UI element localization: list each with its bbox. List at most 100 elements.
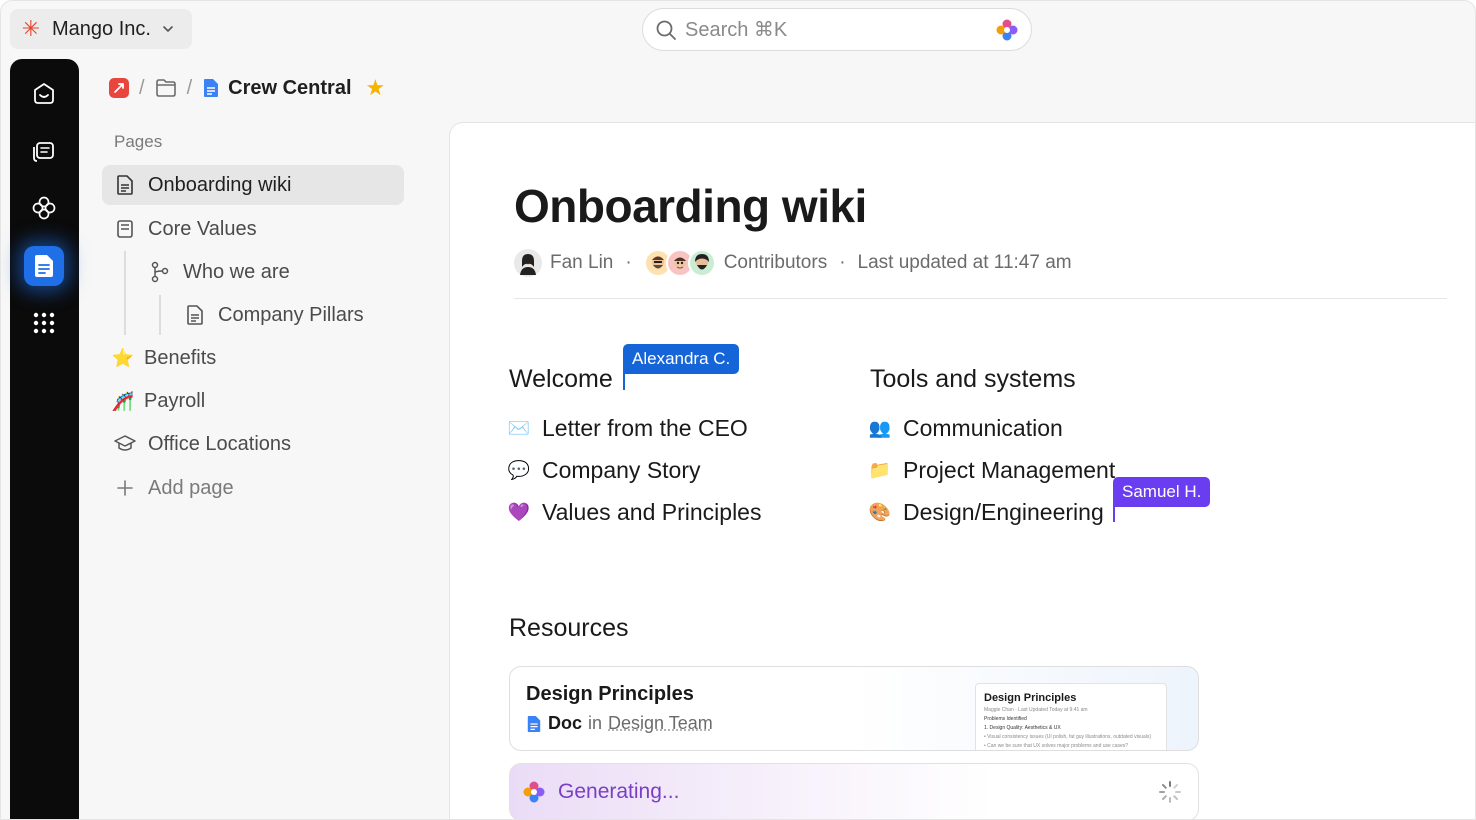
meta-separator: · bbox=[625, 252, 632, 273]
page-title[interactable]: Onboarding wiki bbox=[514, 179, 867, 233]
sidebar-item-label: Add page bbox=[148, 476, 234, 499]
breadcrumb-separator: / bbox=[186, 76, 193, 99]
sidebar-item-company-pillars[interactable]: Company Pillars bbox=[184, 295, 364, 335]
document-icon bbox=[527, 715, 541, 732]
purple-heart-emoji-icon: 💜 bbox=[507, 501, 531, 522]
resource-card-subtitle: Doc in Design Team bbox=[526, 713, 713, 734]
workspace-name: Mango Inc. bbox=[52, 17, 151, 40]
workspace-switcher[interactable]: ✳ Mango Inc. bbox=[10, 9, 192, 49]
ai-brain-icon bbox=[32, 196, 56, 220]
preview-byline: Maggie Chan · Last Updated Today at 9:41… bbox=[984, 707, 1088, 713]
sidebar-item-office-locations[interactable]: Office Locations bbox=[114, 424, 291, 464]
sidebar-item-label: Payroll bbox=[144, 389, 206, 412]
search-input[interactable]: Search ⌘K bbox=[685, 17, 987, 42]
page-meta: Fan Lin · Contributors · Last updated at… bbox=[514, 248, 1072, 278]
breadcrumb-title[interactable]: Crew Central bbox=[228, 77, 351, 100]
app-rail bbox=[10, 59, 79, 819]
rail-chat[interactable] bbox=[24, 131, 64, 171]
rail-home[interactable] bbox=[24, 73, 64, 113]
sidebar-item-label: Core Values bbox=[148, 217, 257, 240]
roller-coaster-emoji-icon: 🎢 bbox=[111, 390, 135, 411]
docs-icon bbox=[35, 255, 53, 277]
link-design-engineering[interactable]: 🎨 Design/Engineering bbox=[869, 495, 1104, 529]
welcome-heading[interactable]: Welcome bbox=[509, 365, 613, 394]
collaborator-cursor-caret bbox=[1113, 496, 1115, 522]
home-icon bbox=[34, 83, 54, 104]
meta-separator: · bbox=[839, 252, 846, 273]
people-emoji-icon: 👥 bbox=[868, 417, 892, 438]
chat-icon bbox=[33, 142, 54, 162]
apps-grid-icon bbox=[33, 312, 55, 334]
resources-heading[interactable]: Resources bbox=[509, 614, 629, 643]
app-window: ✳ Mango Inc. Search ⌘K / / Crew Central … bbox=[0, 0, 1476, 820]
contributors-label[interactable]: Contributors bbox=[724, 252, 828, 274]
add-page-button[interactable]: Add page bbox=[114, 468, 234, 508]
sidebar-item-core-values[interactable]: Core Values bbox=[114, 209, 257, 249]
resource-card-title: Design Principles bbox=[526, 683, 694, 705]
favorite-star-icon[interactable]: ★ bbox=[366, 75, 386, 101]
sidebar-item-who-we-are[interactable]: Who we are bbox=[149, 252, 290, 292]
sidebar-item-label: Benefits bbox=[144, 346, 217, 369]
contributors-avatars[interactable] bbox=[643, 249, 716, 277]
preview-heading: Problems Identified bbox=[984, 716, 1027, 722]
link-letter-from-ceo[interactable]: ✉️ Letter from the CEO bbox=[508, 411, 748, 445]
document-icon bbox=[114, 174, 136, 196]
avatar bbox=[687, 249, 716, 277]
plus-icon bbox=[114, 477, 136, 499]
link-communication[interactable]: 👥 Communication bbox=[869, 411, 1063, 445]
search-icon bbox=[656, 20, 676, 40]
preview-title: Design Principles bbox=[984, 692, 1077, 704]
tree-guide bbox=[159, 295, 161, 335]
folder-icon[interactable] bbox=[155, 78, 177, 98]
ai-generating-block: Generating... bbox=[509, 763, 1199, 819]
resource-card-preview: Design Principles Maggie Chan · Last Upd… bbox=[975, 683, 1167, 750]
link-project-management[interactable]: 📁 Project Management bbox=[869, 453, 1115, 487]
breadcrumb: / / Crew Central ★ bbox=[109, 74, 385, 102]
sidebar-item-benefits[interactable]: ⭐ Benefits bbox=[112, 338, 216, 378]
ai-brain-icon[interactable] bbox=[995, 18, 1019, 42]
collaborator-cursor-caret bbox=[623, 361, 625, 390]
sidebar-item-onboarding-wiki[interactable]: Onboarding wiki bbox=[102, 165, 404, 205]
rail-docs[interactable] bbox=[24, 246, 64, 286]
link-label: Values and Principles bbox=[542, 498, 762, 525]
resource-team-link[interactable]: Design Team bbox=[608, 713, 713, 734]
rail-ai[interactable] bbox=[24, 188, 64, 228]
speech-bubble-emoji-icon: 💬 bbox=[507, 459, 531, 480]
search-bar[interactable]: Search ⌘K bbox=[642, 8, 1032, 51]
sidebar-item-label: Company Pillars bbox=[218, 303, 364, 326]
generating-status: Generating... bbox=[558, 780, 680, 803]
link-label: Design/Engineering bbox=[903, 498, 1104, 525]
preview-line: • Visual consistency issues (UI polish, … bbox=[984, 734, 1152, 740]
avatar[interactable] bbox=[514, 249, 542, 277]
rail-apps[interactable] bbox=[24, 303, 64, 343]
workspace-logo-icon: ✳ bbox=[21, 16, 41, 41]
loading-spinner-icon bbox=[1159, 781, 1181, 803]
link-company-story[interactable]: 💬 Company Story bbox=[508, 453, 701, 487]
star-emoji-icon: ⭐ bbox=[111, 347, 135, 368]
preview-line: 1. Design Quality: Aesthetics & UX bbox=[984, 725, 1061, 731]
breadcrumb-separator: / bbox=[139, 76, 145, 99]
resource-in-word: in bbox=[588, 713, 603, 733]
link-label: Company Story bbox=[542, 456, 701, 483]
pages-section-label: Pages bbox=[114, 132, 163, 151]
link-label: Communication bbox=[903, 414, 1063, 441]
title-divider bbox=[514, 298, 1447, 299]
author-name[interactable]: Fan Lin bbox=[550, 252, 613, 274]
preview-line: • Can we be sure that UX solves major pr… bbox=[984, 743, 1129, 749]
palette-emoji-icon: 🎨 bbox=[868, 501, 892, 522]
space-icon[interactable] bbox=[109, 78, 129, 98]
sidebar-item-label: Office Locations bbox=[148, 432, 292, 455]
collaborator-cursor-label: Alexandra C. bbox=[623, 344, 740, 374]
envelope-emoji-icon: ✉️ bbox=[507, 417, 531, 438]
document-icon bbox=[184, 304, 206, 326]
tools-heading[interactable]: Tools and systems bbox=[870, 365, 1076, 394]
link-values-and-principles[interactable]: 💜 Values and Principles bbox=[507, 495, 762, 529]
sidebar-item-label: Who we are bbox=[183, 260, 290, 283]
link-label: Project Management bbox=[903, 456, 1116, 483]
branch-icon bbox=[149, 261, 171, 283]
sidebar-item-payroll[interactable]: 🎢 Payroll bbox=[112, 381, 205, 421]
link-label: Letter from the CEO bbox=[542, 414, 748, 441]
last-updated: Last updated at 11:47 am bbox=[857, 252, 1072, 273]
folder-emoji-icon: 📁 bbox=[868, 459, 892, 480]
resource-card-design-principles[interactable]: Design Principles Doc in Design Team Des… bbox=[509, 666, 1199, 751]
